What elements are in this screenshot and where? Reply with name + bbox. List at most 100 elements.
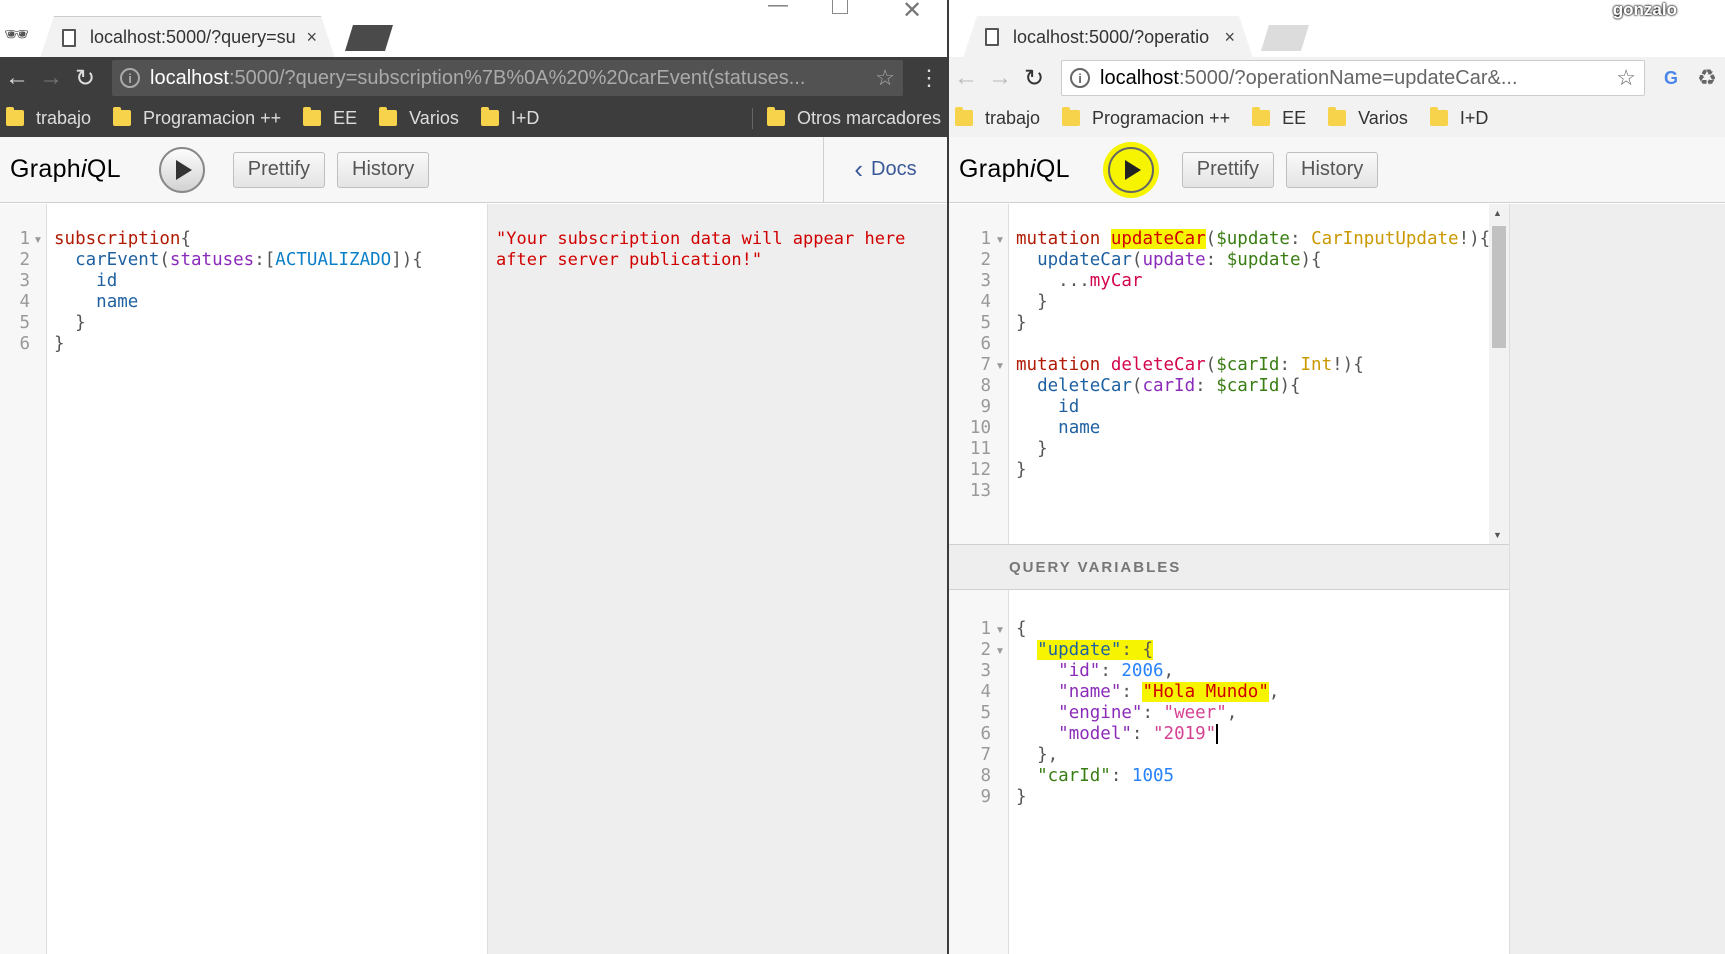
folder-icon (303, 107, 322, 126)
recycle-icon[interactable]: ♻ (1689, 65, 1725, 91)
results-text: "Your subscription data will appear here… (496, 229, 906, 270)
line-numbers: 123456 (19, 229, 30, 354)
address-bar[interactable]: i localhost:5000/?query=subscription%7B%… (112, 60, 903, 96)
tab-title: localhost:5000/?query=su (90, 27, 296, 47)
page-icon (62, 29, 76, 47)
url-rest: :5000/?query=subscription%7B%0A%20%20car… (228, 66, 806, 89)
graphiql-logo: GraphiQL (10, 155, 121, 183)
bookmark-otros[interactable]: Otros marcadores (751, 107, 941, 129)
query-variables-header[interactable]: QUERY VARIABLES (949, 544, 1509, 590)
graphiql-logo: GraphiQL (959, 155, 1070, 183)
folder-icon (480, 107, 499, 126)
incognito-icon: 🕶 (4, 24, 30, 46)
close-window-icon[interactable]: ✕ (902, 0, 922, 25)
line-numbers: 123456789 (980, 619, 991, 807)
left-browser-window: 🕶 localhost:5000/?query=su × — ✕ ← → ↻ i… (0, 0, 947, 954)
bookmark-id[interactable]: I+D (480, 107, 539, 129)
scroll-down-icon[interactable]: ▼ (1493, 530, 1502, 540)
bookmark-ee[interactable]: EE (1252, 107, 1306, 129)
execute-button[interactable] (1107, 146, 1154, 193)
chevron-left-icon: ‹ (854, 154, 864, 184)
play-icon (1125, 159, 1142, 180)
scroll-up-icon[interactable]: ▲ (1493, 208, 1502, 218)
bookmark-trabajo[interactable]: trabajo (955, 107, 1040, 129)
tab-close-icon[interactable]: × (306, 27, 317, 48)
scrollbar-thumb[interactable] (1492, 226, 1506, 348)
history-button[interactable]: History (1286, 151, 1379, 188)
right-browser-window: localhost:5000/?operatio × gonzalo ← → ↻… (949, 0, 1725, 954)
bookmark-varios[interactable]: Varios (379, 107, 459, 129)
fold-arrow-icon[interactable]: ▼ (995, 625, 1005, 636)
tab-strip: 🕶 localhost:5000/?query=su × — ✕ (0, 0, 947, 57)
browser-tab[interactable]: localhost:5000/?operatio × (963, 16, 1253, 58)
variables-editor[interactable]: 123456789 ▼ ▼ { "update": { "id": 2006, … (949, 590, 1509, 954)
bookmarks-bar: trabajo Programacion ++ EE Varios I+D Ot… (0, 99, 947, 137)
translate-icon[interactable]: G (1653, 68, 1689, 89)
prettify-button[interactable]: Prettify (232, 151, 326, 188)
history-button[interactable]: History (337, 151, 430, 188)
query-editor[interactable]: 123456 ▼ subscription{ carEvent(statuses… (0, 204, 470, 954)
results-gutter (470, 204, 488, 954)
folder-icon (766, 107, 785, 126)
results-pane (1509, 204, 1725, 954)
folder-icon (6, 107, 24, 126)
star-icon[interactable]: ☆ (1616, 65, 1636, 91)
reload-icon[interactable]: ↻ (68, 64, 102, 93)
browser-tab[interactable]: localhost:5000/?query=su × (40, 16, 335, 58)
back-icon[interactable]: ← (949, 64, 983, 92)
folder-icon (1328, 107, 1347, 126)
graphiql-topbar: GraphiQL Prettify History (949, 137, 1725, 203)
prettify-button[interactable]: Prettify (1181, 151, 1275, 188)
bookmark-id[interactable]: I+D (1429, 107, 1488, 129)
url-rest: :5000/?operationName=updateCar&... (1178, 66, 1518, 89)
new-tab-button[interactable] (1261, 25, 1309, 51)
query-code[interactable]: mutation updateCar($update: CarInputUpda… (1016, 229, 1490, 481)
url-host: localhost (150, 66, 229, 89)
minimize-icon[interactable]: — (768, 0, 788, 17)
info-icon[interactable]: i (1070, 68, 1090, 88)
forward-icon[interactable]: → (34, 64, 68, 92)
new-tab-button[interactable] (345, 25, 393, 51)
url-host: localhost (1100, 66, 1179, 89)
folder-icon (1062, 107, 1081, 126)
star-icon[interactable]: ☆ (875, 65, 895, 91)
variables-code[interactable]: { "update": { "id": 2006, "name": "Hola … (1016, 619, 1279, 808)
fold-arrow-icon[interactable]: ▼ (33, 235, 43, 246)
fold-arrow-icon[interactable]: ▼ (995, 235, 1005, 246)
menu-icon[interactable]: ⋮ (911, 65, 947, 91)
forward-icon[interactable]: → (983, 64, 1017, 92)
folder-icon (1429, 107, 1448, 126)
info-icon[interactable]: i (120, 68, 140, 88)
query-editor[interactable]: 1 2 3 4 5 6 7 8 9 10 11 12 13 ▼ ▼ mutation updateCar… (949, 204, 1509, 544)
folder-icon (955, 107, 973, 126)
line-numbers: 1 2 3 4 5 6 7 8 9 10 11 12 13 (969, 229, 991, 501)
docs-button[interactable]: ‹ Docs (823, 137, 947, 202)
bookmark-ee[interactable]: EE (303, 107, 357, 129)
browser-toolbar: ← → ↻ i localhost:5000/?operationName=up… (949, 57, 1725, 99)
tab-close-icon[interactable]: × (1224, 27, 1235, 48)
bookmark-programacion[interactable]: Programacion ++ (113, 107, 281, 129)
folder-icon (379, 107, 398, 126)
address-bar[interactable]: i localhost:5000/?operationName=updateCa… (1061, 60, 1645, 96)
tab-title: localhost:5000/?operatio (1013, 26, 1210, 47)
back-icon[interactable]: ← (0, 64, 34, 92)
folder-icon (1252, 107, 1271, 126)
results-pane: "Your subscription data will appear here… (470, 204, 947, 954)
line-gutter: 123456 ▼ (0, 204, 47, 954)
editor-scrollbar[interactable]: ▲ ▼ (1489, 204, 1509, 544)
maximize-icon[interactable] (832, 0, 848, 14)
bookmark-varios[interactable]: Varios (1328, 107, 1408, 129)
bookmark-programacion[interactable]: Programacion ++ (1062, 107, 1230, 129)
graphiql-topbar: GraphiQL Prettify History ‹ Docs (0, 137, 947, 203)
fold-arrow-icon[interactable]: ▼ (995, 646, 1005, 657)
query-code[interactable]: subscription{ carEvent(statuses:[ACTUALI… (54, 229, 423, 355)
line-gutter: 123456789 ▼ ▼ (949, 590, 1009, 954)
bookmark-trabajo[interactable]: trabajo (6, 107, 91, 129)
line-gutter: 1 2 3 4 5 6 7 8 9 10 11 12 13 ▼ ▼ (949, 204, 1009, 544)
text-cursor (1216, 724, 1219, 744)
folder-icon (113, 107, 132, 126)
execute-button[interactable] (158, 146, 205, 193)
reload-icon[interactable]: ↻ (1017, 64, 1051, 93)
fold-arrow-icon[interactable]: ▼ (995, 361, 1005, 372)
user-name[interactable]: gonzalo (1613, 0, 1677, 20)
